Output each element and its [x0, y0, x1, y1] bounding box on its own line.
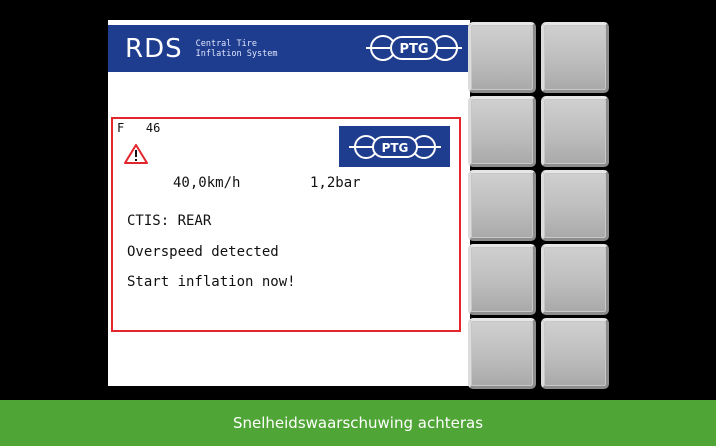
softkey-grid — [468, 22, 609, 389]
logo-text: PTG — [399, 42, 428, 57]
subtitle-line-1: Central Tire — [195, 38, 258, 49]
brand-subtitle: Central Tire Inflation System — [196, 39, 278, 59]
figure: RDS Central Tire Inflation System PTG F … — [0, 0, 716, 446]
speed-readout: 40,0km/h — [173, 175, 241, 191]
brand-title: RDS — [125, 33, 183, 64]
softkey-1[interactable] — [468, 22, 536, 93]
header-banner: RDS Central Tire Inflation System PTG — [108, 25, 470, 72]
softkey-3[interactable] — [468, 96, 536, 167]
fault-number: 46 — [145, 121, 161, 135]
fault-code: F 46 — [117, 121, 160, 135]
softkey-6[interactable] — [541, 170, 609, 241]
pressure-readout: 1,2bar — [310, 175, 361, 191]
warning-message: Overspeed detected — [127, 244, 279, 260]
system-message: CTIS: REAR — [127, 213, 212, 229]
softkey-5[interactable] — [468, 170, 536, 241]
ptg-logo-graphic: PTG — [366, 35, 462, 61]
softkey-4[interactable] — [541, 96, 609, 167]
ptg-logo-alarm: PTG — [339, 126, 450, 167]
terminal-bezel: RDS Central Tire Inflation System PTG F … — [0, 0, 716, 400]
softkey-8[interactable] — [541, 244, 609, 315]
alarm-panel: F 46 PTG 40,0km/h 1,2bar CTIS: REAR Over… — [111, 117, 461, 332]
alarm-logo-text: PTG — [381, 141, 408, 155]
subtitle-line-2: Inflation System — [195, 48, 278, 59]
fault-prefix: F — [117, 121, 125, 135]
display-screen: RDS Central Tire Inflation System PTG F … — [108, 20, 470, 386]
figure-caption: Snelheidswaarschuwing achteras — [0, 400, 716, 446]
ptg-logo: PTG — [364, 33, 464, 63]
softkey-10[interactable] — [541, 318, 609, 389]
softkey-2[interactable] — [541, 22, 609, 93]
warning-triangle-icon — [124, 144, 148, 168]
instruction-message: Start inflation now! — [127, 274, 296, 290]
softkey-7[interactable] — [468, 244, 536, 315]
softkey-9[interactable] — [468, 318, 536, 389]
